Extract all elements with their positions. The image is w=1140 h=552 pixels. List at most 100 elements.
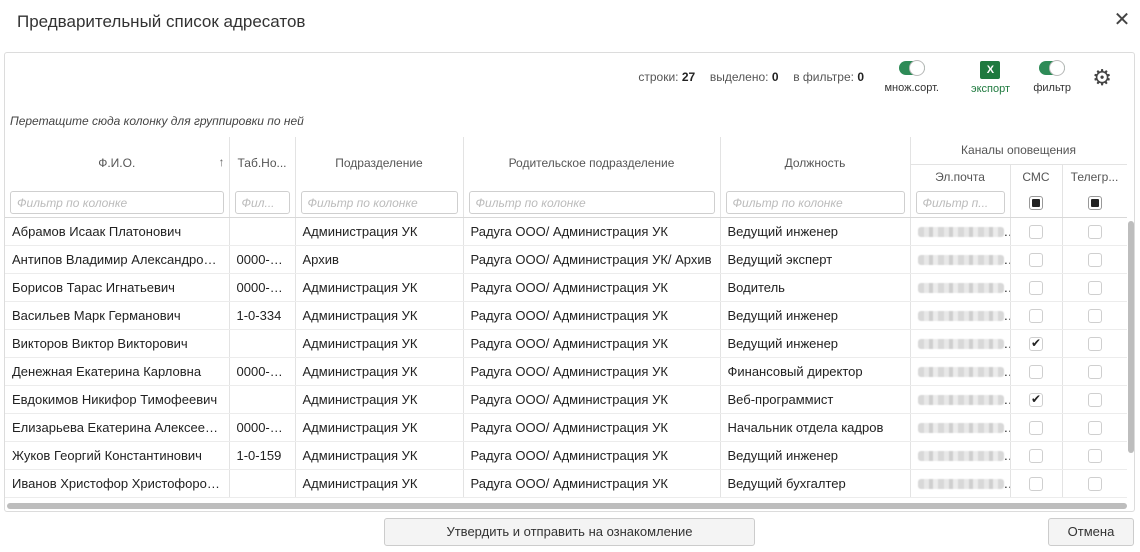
col-header-fio[interactable]: Ф.И.О. ↑ — [5, 137, 230, 189]
col-header-dept[interactable]: Подразделение — [295, 137, 464, 189]
telegram-checkbox[interactable] — [1087, 420, 1102, 435]
filter-label: фильтр — [1033, 82, 1071, 94]
cell-dept: Администрация УК — [295, 301, 464, 330]
cell-parent: Радуга ООО/ Администрация УК — [463, 441, 721, 470]
cell-fio: Иванов Христофор Христофорович — [5, 469, 230, 498]
filter-input-dept[interactable] — [300, 191, 458, 215]
telegram-checkbox[interactable] — [1087, 224, 1102, 239]
sms-checkbox[interactable] — [1029, 224, 1043, 239]
recipients-table: Ф.И.О. ↑ Таб.Но... Подразделение Родитель… — [5, 137, 1127, 503]
cell-position: Ведущий инженер — [720, 217, 911, 246]
sms-checkbox[interactable] — [1029, 336, 1043, 351]
gear-icon[interactable]: ⚙ — [1092, 65, 1112, 91]
redacted-email — [917, 339, 1004, 350]
col-header-tab[interactable]: Таб.Но... — [229, 137, 296, 189]
telegram-checkbox[interactable] — [1087, 252, 1102, 267]
confirm-send-button[interactable]: Утвердить и отправить на ознакомление — [384, 518, 755, 546]
telegram-checkbox[interactable] — [1087, 448, 1102, 463]
cell-tab: 0000-0... — [229, 245, 296, 274]
table-row[interactable]: Антипов Владимир Александрович 0000-0... А… — [5, 245, 1127, 274]
sms-checkbox[interactable] — [1029, 476, 1043, 491]
selected-count-value: 0 — [771, 70, 779, 84]
table-row[interactable]: Васильев Марк Германович 1-0-334 Администр… — [5, 301, 1127, 330]
telegram-select-all-checkbox[interactable] — [1087, 196, 1102, 211]
cell-dept: Администрация УК — [295, 441, 464, 470]
telegram-checkbox[interactable] — [1087, 364, 1102, 379]
filter-input-tab[interactable] — [234, 191, 290, 215]
vertical-scrollbar-thumb[interactable] — [1128, 221, 1134, 453]
col-header-telegram[interactable]: Телегр... — [1062, 164, 1127, 189]
telegram-checkbox[interactable] — [1087, 392, 1102, 407]
cell-parent: Радуга ООО/ Администрация УК — [463, 357, 721, 386]
multisort-switch[interactable] — [898, 60, 925, 76]
sms-checkbox[interactable] — [1029, 308, 1043, 323]
cell-parent: Радуга ООО/ Администрация УК — [463, 469, 721, 498]
sms-checkbox[interactable] — [1029, 420, 1043, 435]
cell-position: Водитель — [720, 273, 911, 302]
cell-dept: Администрация УК — [295, 357, 464, 386]
redacted-email — [917, 311, 1004, 322]
telegram-checkbox[interactable] — [1087, 476, 1102, 491]
sms-checkbox[interactable] — [1029, 364, 1043, 379]
cell-position: Веб-программист — [720, 385, 911, 414]
filter-input-position[interactable] — [725, 191, 905, 215]
redacted-email — [917, 367, 1004, 378]
table-row[interactable]: Жуков Георгий Константинович 1-0-159 Админ… — [5, 441, 1127, 470]
grid-panel: строки: 27 выделено: 0 в фильтре: 0 множ… — [4, 52, 1135, 512]
filter-toggle[interactable]: фильтр — [1033, 60, 1071, 94]
col-header-sms[interactable]: СМС — [1010, 164, 1063, 189]
table-row[interactable]: Елизарьева Екатерина Алексеевна 0000-0...… — [5, 413, 1127, 442]
telegram-checkbox[interactable] — [1087, 280, 1102, 295]
cancel-button[interactable]: Отмена — [1048, 518, 1134, 546]
sms-checkbox[interactable] — [1029, 252, 1043, 267]
cell-dept: Архив — [295, 245, 464, 274]
export-label: экспорт — [970, 83, 1010, 95]
cell-dept: Администрация УК — [295, 273, 464, 302]
cell-telegram-checkbox — [1062, 245, 1127, 274]
cell-telegram-checkbox — [1062, 329, 1127, 358]
cell-parent: Радуга ООО/ Администрация УК — [463, 301, 721, 330]
grid-counters: строки: 27 выделено: 0 в фильтре: 0 — [638, 70, 864, 84]
table-row[interactable]: Иванов Христофор Христофорович Администра… — [5, 469, 1127, 498]
cell-position: Финансовый директор — [720, 357, 911, 386]
horizontal-scrollbar[interactable] — [7, 503, 1127, 509]
cell-telegram-checkbox — [1062, 301, 1127, 330]
cell-fio: Борисов Тарас Игнатьевич — [5, 273, 230, 302]
filter-switch[interactable] — [1039, 60, 1066, 76]
table-row[interactable]: Денежная Екатерина Карловна 0000-0... Адми… — [5, 357, 1127, 386]
redacted-email — [917, 227, 1004, 238]
table-row[interactable]: Евдокимов Никифор Тимофеевич Администраци… — [5, 385, 1127, 414]
export-button[interactable]: X экспорт — [971, 61, 1010, 95]
sms-select-all-checkbox[interactable] — [1029, 196, 1043, 211]
cell-tab — [229, 217, 296, 246]
filter-input-fio[interactable] — [10, 191, 224, 215]
table-row[interactable]: Борисов Тарас Игнатьевич 0000-0... Админис… — [5, 273, 1127, 302]
cell-sms-checkbox — [1010, 357, 1063, 386]
cell-position: Ведущий инженер — [720, 441, 911, 470]
cell-telegram-checkbox — [1062, 441, 1127, 470]
multisort-toggle[interactable]: множ.сорт. — [884, 60, 939, 94]
close-icon[interactable]: ✕ — [1112, 10, 1132, 30]
col-header-email[interactable]: Эл.почта — [910, 164, 1011, 189]
sms-checkbox[interactable] — [1029, 392, 1043, 407]
vertical-scrollbar[interactable] — [1126, 221, 1134, 503]
table-row[interactable]: Абрамов Исаак Платонович Администрация УК… — [5, 217, 1127, 246]
telegram-checkbox[interactable] — [1087, 308, 1102, 323]
col-header-parent[interactable]: Родительское подразделение — [463, 137, 721, 189]
dialog-title: Предварительный список адресатов — [17, 12, 306, 31]
cell-telegram-checkbox — [1062, 273, 1127, 302]
cell-telegram-checkbox — [1062, 469, 1127, 498]
filter-input-parent[interactable] — [468, 191, 715, 215]
filter-input-email[interactable] — [915, 191, 1005, 215]
cell-position: Ведущий инженер — [720, 301, 911, 330]
telegram-checkbox[interactable] — [1087, 336, 1102, 351]
table-row[interactable]: Викторов Виктор Викторович Администрация … — [5, 329, 1127, 358]
cell-dept: Администрация УК — [295, 469, 464, 498]
rows-count-value: 27 — [681, 70, 696, 84]
col-header-position[interactable]: Должность — [720, 137, 911, 189]
sms-checkbox[interactable] — [1029, 280, 1043, 295]
group-drop-zone[interactable]: Перетащите сюда колонку для группировки … — [10, 114, 304, 128]
cell-position: Ведущий бухгалтер — [720, 469, 911, 498]
sms-checkbox[interactable] — [1029, 448, 1043, 463]
excel-icon[interactable]: X — [980, 61, 1001, 79]
